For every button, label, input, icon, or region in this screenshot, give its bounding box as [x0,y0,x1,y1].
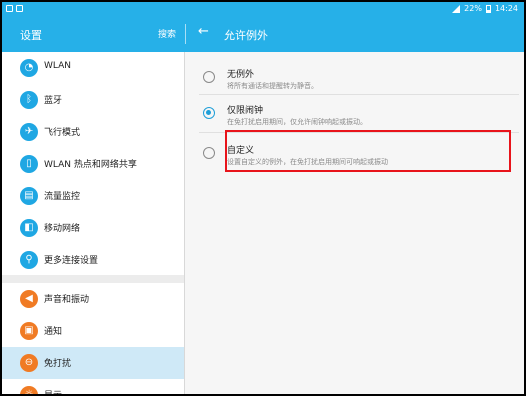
sidebar-item-3[interactable]: ✈ 飞行模式 [2,116,184,148]
sidebar-item-9[interactable]: ▣ 通知 [2,315,184,347]
back-arrow-icon[interactable]: ← [198,24,209,40]
status-bar: 22% 14:24 [2,2,524,16]
battery-percent: 22% [464,4,482,13]
notification-icon: ▣ [20,322,38,340]
option-title: 无例外 [227,70,255,80]
hotspot-icon: ▯ [20,155,38,173]
sidebar-item-label: WLAN 热点和网络共享 [44,160,137,170]
sidebar-item-label: 飞行模式 [44,128,81,138]
sidebar-item-label: 声音和振动 [44,295,90,305]
sidebar-item-2[interactable]: ᛒ 蓝牙 [2,84,184,116]
notification-icon-1 [6,5,13,12]
sidebar-item-label: 显示 [44,388,62,394]
status-right: 22% 14:24 [452,4,518,14]
radio-unselected-icon[interactable] [203,147,215,159]
notification-icons [6,5,23,12]
clock: 14:24 [494,4,518,13]
battery-icon [485,5,491,13]
sidebar-item-label: WLAN [44,61,72,71]
do-not-disturb-icon: ⊖ [20,354,38,372]
sidebar-item-10[interactable]: ⊖ 免打扰 [2,347,184,379]
sidebar-item-4[interactable]: ▯ WLAN 热点和网络共享 [2,148,184,180]
airplane-icon: ✈ [20,123,38,141]
settings-title: 设置 [20,29,42,42]
sidebar-section-gap [2,275,184,283]
screen: 22% 14:24 设置 搜索 ← 允许例外 ◔ WLAN ᛒ 蓝牙 ✈ 飞行模式 ▯ WLA… [2,2,524,394]
sidebar-item-8[interactable]: ◀ 声音和振动 [2,283,184,315]
sidebar-item-label: 移动网络 [44,224,81,234]
highlight-box [225,130,511,172]
settings-sidebar: ◔ WLAN ᛒ 蓝牙 ✈ 飞行模式 ▯ WLAN 热点和网络共享 ▤ 流量监控 ◧ 移动网络 ⚲ 更多连… [2,52,184,394]
sidebar-item-1[interactable]: ◔ WLAN [2,52,184,84]
option-divider [199,94,519,95]
sidebar-item-label: 更多连接设置 [44,256,99,266]
option-description: 在免打扰启用期间，仅允许闹钟响起或振动。 [227,118,367,126]
more-connections-icon: ⚲ [20,251,38,269]
sidebar-item-label: 免打扰 [44,359,72,369]
app-bar: 设置 搜索 ← 允许例外 [2,16,524,52]
sidebar-item-label: 通知 [44,327,63,337]
page-title: 允许例外 [224,29,268,42]
option-description: 将所有通话和提醒转为静音。 [227,82,318,90]
sidebar-item-7[interactable]: ⚲ 更多连接设置 [2,244,184,276]
wifi-icon: ◔ [20,59,38,77]
sidebar-item-5[interactable]: ▤ 流量监控 [2,180,184,212]
sidebar-item-6[interactable]: ◧ 移动网络 [2,212,184,244]
search-button[interactable]: 搜索 [158,27,176,40]
image-notification-icon [16,5,23,12]
mobile-network-icon: ◧ [20,219,38,237]
radio-selected-icon[interactable] [203,107,215,119]
display-icon: ☼ [20,386,38,394]
option-title: 仅限闹钟 [227,106,264,116]
exceptions-pane: 无例外将所有通话和提醒转为静音。 仅限闹钟在免打扰启用期间，仅允许闹钟响起或振动。… [185,52,524,394]
signal-icon [452,5,461,13]
sidebar-item-label: 蓝牙 [44,96,63,106]
sound-icon: ◀ [20,290,38,308]
appbar-divider [185,24,186,44]
bluetooth-icon: ᛒ [20,91,38,109]
radio-unselected-icon[interactable] [203,71,215,83]
sidebar-item-label: 流量监控 [44,192,81,202]
sidebar-item-11[interactable]: ☼ 显示 [2,379,184,394]
data-usage-icon: ▤ [20,187,38,205]
